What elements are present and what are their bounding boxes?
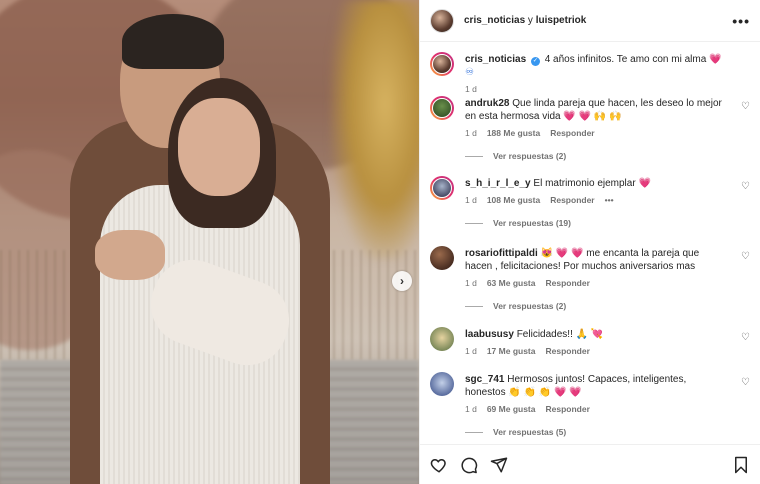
comment-like-heart-icon[interactable]: ♡ bbox=[741, 251, 750, 262]
comment-username[interactable]: sgc_741 bbox=[465, 374, 504, 385]
comment-username[interactable]: laabususy bbox=[465, 329, 514, 340]
coauthor-username[interactable]: luispetriok bbox=[536, 15, 587, 26]
comment-emoji: 🙏 💘 bbox=[575, 329, 604, 340]
authors-joiner: y bbox=[525, 15, 536, 26]
reply-button[interactable]: Responder bbox=[545, 277, 589, 290]
commenter-avatar[interactable] bbox=[430, 176, 454, 200]
comment-like-heart-icon[interactable]: ♡ bbox=[741, 101, 750, 112]
bookmark-icon[interactable] bbox=[732, 456, 750, 474]
comment-emoji: 💗 💗 🙌 🙌 bbox=[563, 111, 622, 122]
comment-username[interactable]: andruk28 bbox=[465, 98, 509, 109]
comment-emoji: 💗 bbox=[638, 178, 651, 189]
comment-likes[interactable]: 108 Me gusta bbox=[487, 194, 540, 207]
comment-likes[interactable]: 63 Me gusta bbox=[487, 277, 536, 290]
hand bbox=[95, 230, 165, 280]
comment-text: Felicidades!! bbox=[516, 329, 573, 340]
comment-emoji: 👏 👏 👏 💗 💗 bbox=[508, 387, 582, 398]
comment-likes[interactable]: 188 Me gusta bbox=[487, 127, 540, 140]
comment-more-options-icon[interactable]: ••• bbox=[605, 194, 614, 207]
comment-username[interactable]: rosariofittipaldi bbox=[465, 248, 538, 259]
reply-button[interactable]: Responder bbox=[550, 127, 594, 140]
view-replies-button[interactable]: Ver respuestas (2) bbox=[465, 150, 724, 163]
commenter-avatar[interactable] bbox=[430, 327, 454, 351]
woman-face bbox=[178, 98, 260, 196]
comments-list[interactable]: cris_noticias ✓ 4 años infinitos. Te amo… bbox=[420, 42, 760, 444]
view-replies-button[interactable]: Ver respuestas (5) bbox=[465, 426, 724, 439]
comment-username[interactable]: s_h_i_r_l_e_y bbox=[465, 178, 531, 189]
replies-divider bbox=[465, 156, 483, 157]
comment-emoji: 😻 💗 💗 bbox=[540, 248, 584, 259]
heart-icon[interactable] bbox=[430, 456, 448, 474]
author-username[interactable]: cris_noticias bbox=[464, 15, 525, 26]
reply-button[interactable]: Responder bbox=[545, 345, 589, 358]
comment-time[interactable]: 1 d bbox=[465, 403, 477, 416]
comment-likes[interactable]: 69 Me gusta bbox=[487, 403, 536, 416]
replies-divider bbox=[465, 306, 483, 307]
post-actions-bar bbox=[420, 444, 760, 484]
comment-likes[interactable]: 17 Me gusta bbox=[487, 345, 536, 358]
caption-infinity-emoji: ♾ bbox=[465, 67, 474, 78]
background-tree bbox=[330, 0, 419, 260]
post-photo[interactable]: › bbox=[0, 0, 419, 484]
comment-time[interactable]: 1 d bbox=[465, 277, 477, 290]
man-hair bbox=[122, 14, 224, 69]
view-replies-label: Ver respuestas (2) bbox=[493, 151, 567, 161]
comment-like-heart-icon[interactable]: ♡ bbox=[741, 181, 750, 192]
verified-badge-icon: ✓ bbox=[530, 57, 540, 66]
view-replies-button[interactable]: Ver respuestas (19) bbox=[465, 217, 724, 230]
commenter-avatar[interactable] bbox=[430, 372, 454, 396]
chevron-right-icon: › bbox=[400, 274, 404, 288]
view-replies-label: Ver respuestas (2) bbox=[493, 301, 567, 311]
next-photo-button[interactable]: › bbox=[392, 271, 412, 291]
author-avatar[interactable] bbox=[430, 8, 454, 33]
commenter-avatar[interactable] bbox=[430, 96, 454, 120]
view-replies-label: Ver respuestas (19) bbox=[493, 218, 571, 228]
comment-text: El matrimonio ejemplar bbox=[533, 178, 636, 189]
commenter-avatar[interactable] bbox=[430, 246, 454, 270]
share-icon[interactable] bbox=[490, 456, 508, 474]
comment-time[interactable]: 1 d bbox=[465, 127, 477, 140]
caption-text: 4 años infinitos. Te amo con mi alma bbox=[544, 54, 707, 65]
caption-heart-emoji: 💗 bbox=[709, 54, 722, 65]
post-side-panel: cris_noticias y luispetriok ••• cris_not… bbox=[419, 0, 760, 484]
comment-time[interactable]: 1 d bbox=[465, 345, 477, 358]
comment-like-heart-icon[interactable]: ♡ bbox=[741, 332, 750, 343]
post-authors: cris_noticias y luispetriok bbox=[464, 15, 586, 26]
caption-time[interactable]: 1 d bbox=[465, 83, 477, 96]
reply-button[interactable]: Responder bbox=[545, 403, 589, 416]
replies-divider bbox=[465, 432, 483, 433]
caption-username[interactable]: cris_noticias bbox=[465, 54, 526, 65]
replies-divider bbox=[465, 223, 483, 224]
caption-avatar[interactable] bbox=[430, 52, 454, 76]
reply-button[interactable]: Responder bbox=[550, 194, 594, 207]
comment-icon[interactable] bbox=[460, 456, 478, 474]
post-header: cris_noticias y luispetriok ••• bbox=[420, 0, 760, 42]
view-replies-label: Ver respuestas (5) bbox=[493, 427, 567, 437]
comment-time[interactable]: 1 d bbox=[465, 194, 477, 207]
more-options-icon[interactable]: ••• bbox=[732, 13, 750, 29]
view-replies-button[interactable]: Ver respuestas (2) bbox=[465, 300, 724, 313]
comment-like-heart-icon[interactable]: ♡ bbox=[741, 377, 750, 388]
